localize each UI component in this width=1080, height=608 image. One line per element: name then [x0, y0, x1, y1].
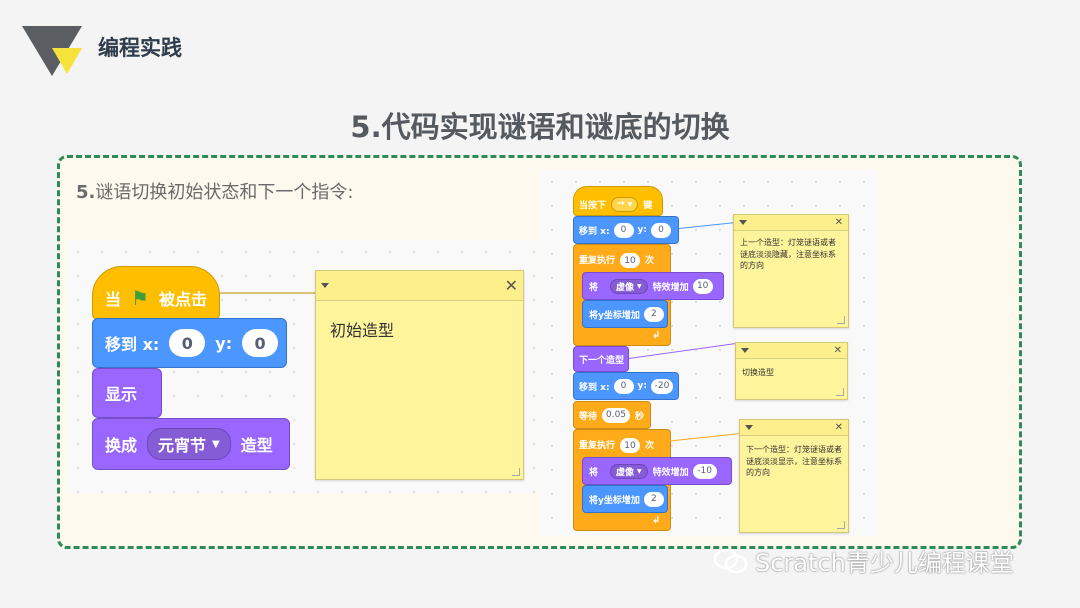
loop-arrow-icon: ↲	[652, 515, 661, 526]
chevron-down-icon: ▼	[212, 438, 220, 450]
effect-value-input[interactable]: 10	[692, 278, 713, 294]
comment-note[interactable]: ✕ 初始造型	[315, 270, 524, 480]
collapse-icon[interactable]	[321, 283, 329, 288]
x-input[interactable]: 0	[613, 378, 634, 394]
change-effect-block[interactable]: 将 虚像 ▼ 特效增加 10	[582, 272, 724, 300]
when-flag-clicked-block[interactable]: 当 ⚑ 被点击	[92, 266, 220, 320]
wait-seconds-input[interactable]: 0.05	[602, 407, 631, 423]
slide-title: 5.代码实现谜语和谜底的切换	[350, 110, 730, 144]
left-script-area: 当 ⚑ 被点击 移到 x: 0 y: 0 显示 换成 元宵节 ▼ 造型 ✕ 初始…	[66, 240, 538, 493]
resize-handle[interactable]	[512, 468, 520, 476]
resize-handle[interactable]	[837, 316, 845, 324]
comment-note[interactable]: ✕ 切换造型	[735, 342, 848, 400]
comment-connector	[220, 292, 316, 294]
goto-xy-block[interactable]: 移到 x: 0 y: 0	[573, 216, 679, 244]
change-y-block[interactable]: 将y坐标增加 2	[582, 485, 668, 513]
close-icon[interactable]: ✕	[834, 345, 842, 356]
effect-dropdown[interactable]: 虚像 ▼	[610, 463, 648, 479]
change-y-block[interactable]: 将y坐标增加 2	[582, 300, 668, 328]
close-icon[interactable]: ✕	[835, 217, 843, 228]
chevron-down-icon: ▼	[627, 200, 633, 208]
wechat-icon	[713, 548, 748, 573]
switch-costume-block[interactable]: 换成 元宵节 ▼ 造型	[92, 418, 290, 470]
y-input[interactable]: -20	[651, 378, 674, 394]
repeat-count-input[interactable]: 10	[620, 253, 641, 268]
goto-xy-block[interactable]: 移到 x: 0 y: 0	[92, 318, 287, 368]
comment-connector	[678, 222, 735, 229]
loop-arrow-icon: ↲	[652, 330, 661, 341]
costume-dropdown[interactable]: 元宵节 ▼	[147, 428, 231, 460]
next-costume-block[interactable]: 下一个造型	[573, 346, 629, 372]
wait-block[interactable]: 等待 0.05 秒	[573, 401, 651, 429]
repeat-count-input[interactable]: 10	[620, 438, 641, 453]
collapse-icon[interactable]	[745, 425, 753, 430]
goto-xy-block[interactable]: 移到 x: 0 y: -20	[573, 372, 679, 400]
comment-note[interactable]: ✕ 上一个造型：灯笼谜语或者谜底淡淡隐藏，注意坐标系的方向	[733, 214, 849, 328]
key-dropdown[interactable]: → ▼	[611, 196, 639, 212]
effect-value-input[interactable]: -10	[692, 463, 717, 479]
chevron-down-icon: ▼	[637, 467, 642, 475]
close-icon[interactable]: ✕	[835, 422, 843, 433]
when-key-pressed-block[interactable]: 当按下 → ▼ 键	[573, 186, 663, 216]
section-title: 编程实践	[98, 36, 182, 60]
right-script-area: 重复执行 10 次 重复执行 10 次 当按下 → ▼ 键 移到 x: 0 y:…	[540, 170, 878, 536]
x-input[interactable]: 0	[169, 329, 206, 357]
collapse-icon[interactable]	[739, 220, 747, 225]
comment-note[interactable]: ✕ 下一个造型：灯笼谜语或者谜底淡淡显示，注意坐标系的方向	[739, 419, 849, 533]
chevron-down-icon: ▼	[637, 282, 642, 290]
instruction-text: 5.谜语切换初始状态和下一个指令:	[76, 182, 354, 203]
x-input[interactable]: 0	[613, 222, 634, 238]
brand-logo-icon	[22, 26, 82, 76]
show-block[interactable]: 显示	[92, 368, 162, 418]
y-change-input[interactable]: 2	[643, 491, 664, 507]
resize-handle[interactable]	[836, 388, 844, 396]
watermark: Scratch青少儿编程课堂	[713, 543, 1014, 578]
effect-dropdown[interactable]: 虚像 ▼	[610, 278, 648, 294]
resize-handle[interactable]	[837, 521, 845, 529]
green-flag-icon: ⚑	[131, 286, 149, 310]
y-input[interactable]: 0	[242, 329, 279, 357]
y-input[interactable]: 0	[651, 222, 672, 238]
y-change-input[interactable]: 2	[643, 306, 664, 322]
close-icon[interactable]: ✕	[505, 276, 518, 295]
change-effect-block[interactable]: 将 虚像 ▼ 特效增加 -10	[582, 457, 732, 485]
collapse-icon[interactable]	[741, 348, 749, 353]
comment-connector	[664, 433, 740, 442]
